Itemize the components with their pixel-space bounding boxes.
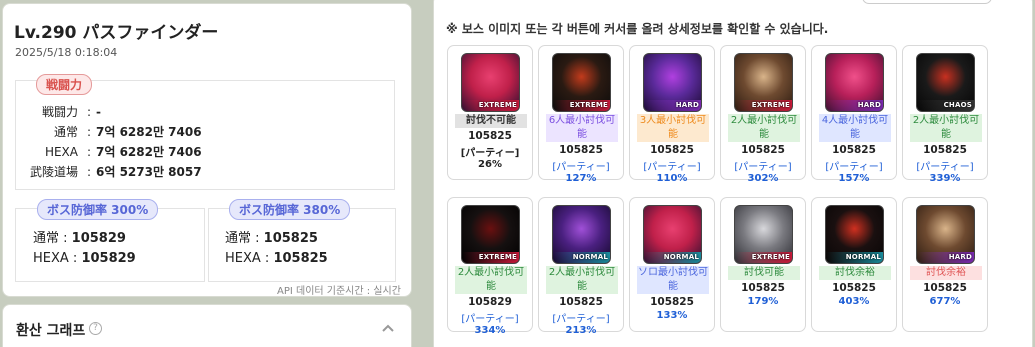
- defense-label-380: ボス防御率 380%: [229, 199, 351, 220]
- top-control[interactable]: [862, 0, 992, 4]
- boss-portrait[interactable]: EXTREME: [552, 53, 611, 112]
- boss-defense-value: 105825: [650, 144, 694, 156]
- boss-defense-value: 105825: [559, 144, 603, 156]
- difficulty-tag: EXTREME: [569, 101, 608, 109]
- boss-defense-value: 105829: [468, 296, 512, 308]
- clear-status-badge[interactable]: 討伐余裕: [819, 266, 891, 280]
- clear-status-badge[interactable]: ソロ最小討伐可能: [637, 266, 709, 294]
- clear-status-badge[interactable]: 2人最小討伐可能: [728, 114, 800, 142]
- difficulty-tag: NORMAL: [572, 253, 608, 261]
- party-label: [パーティー]: [460, 148, 520, 159]
- boss-defense-value: 105825: [741, 144, 785, 156]
- power-row: HEXA:7억 6282만 7406: [44, 145, 202, 159]
- boss-defense-value: 105825: [741, 282, 785, 294]
- boss-defense-value: 105825: [923, 282, 967, 294]
- party-label: [パーティー]: [734, 162, 792, 173]
- party-label: [パーティー]: [825, 162, 883, 173]
- boss-portrait[interactable]: EXTREME: [461, 205, 520, 264]
- clear-status-badge[interactable]: 3人最小討伐可能: [637, 114, 709, 142]
- boss-defense-value: 105825: [832, 282, 876, 294]
- damage-percent: 339%: [929, 173, 961, 184]
- clear-status-badge[interactable]: 4人最小討伐可能: [819, 114, 891, 142]
- clear-status-badge[interactable]: 2人最小討伐可能: [910, 114, 982, 142]
- power-label-badge: 戦闘力: [36, 74, 93, 95]
- character-title: Lv.290 パスファインダー: [14, 23, 219, 43]
- party-label: [パーティー]: [552, 162, 610, 173]
- damage-percent: 213%: [565, 325, 597, 336]
- power-row: 武陵道場:6억 5273만 8057: [29, 165, 202, 179]
- boss-card[interactable]: NORMAL 討伐余裕 105825 403%: [811, 197, 897, 332]
- difficulty-tag: NORMAL: [663, 253, 699, 261]
- chevron-up-icon[interactable]: [381, 321, 395, 335]
- power-row: 通常:7억 6282만 7406: [53, 125, 202, 139]
- damage-percent: 179%: [747, 296, 779, 307]
- boss-portrait[interactable]: EXTREME: [734, 205, 793, 264]
- difficulty-tag: CHAOS: [943, 101, 972, 109]
- boss-portrait[interactable]: HARD: [916, 205, 975, 264]
- character-date: 2025/5/18 0:18:04: [15, 46, 118, 59]
- boss-card[interactable]: NORMAL 2人最小討伐可能 105825 [パーティー] 213%: [538, 197, 624, 336]
- defense-values-300: 通常 : 105829 HEXA : 105829: [33, 231, 136, 266]
- difficulty-tag: NORMAL: [845, 253, 881, 261]
- clear-status-badge[interactable]: 2人最小討伐可能: [546, 266, 618, 294]
- damage-percent: 334%: [474, 325, 506, 336]
- damage-percent: 302%: [747, 173, 779, 184]
- boss-card[interactable]: EXTREME 2人最小討伐可能 105825 [パーティー] 302%: [720, 45, 806, 184]
- boss-portrait[interactable]: NORMAL: [643, 205, 702, 264]
- boss-card[interactable]: HARD 4人最小討伐可能 105825 [パーティー] 157%: [811, 45, 897, 184]
- difficulty-tag: HARD: [948, 253, 972, 261]
- party-label: [パーティー]: [552, 314, 610, 325]
- boss-card[interactable]: EXTREME 討伐不可能 105825 [パーティー] 26%: [447, 45, 533, 180]
- graph-title: 환산 그래프: [16, 323, 86, 339]
- api-timestamp-note: API 데이터 기준시간 : 실시간: [277, 286, 401, 297]
- clear-status-badge[interactable]: 2人最小討伐可能: [455, 266, 527, 294]
- clear-status-badge[interactable]: 討伐可能: [728, 266, 800, 280]
- difficulty-tag: HARD: [857, 101, 881, 109]
- party-label: [パーティー]: [461, 314, 519, 325]
- clear-status-badge[interactable]: 討伐不可能: [455, 114, 527, 128]
- boss-defense-value: 105825: [468, 130, 512, 142]
- boss-defense-value: 105825: [832, 144, 876, 156]
- damage-percent: 26%: [478, 159, 502, 170]
- difficulty-tag: EXTREME: [751, 253, 790, 261]
- boss-defense-value: 105825: [923, 144, 967, 156]
- damage-percent: 110%: [656, 173, 688, 184]
- damage-percent: 677%: [929, 296, 961, 307]
- defense-values-380: 通常 : 105825 HEXA : 105825: [225, 231, 328, 266]
- party-label: [パーティー]: [916, 162, 974, 173]
- boss-card[interactable]: HARD 討伐余裕 105825 677%: [902, 197, 988, 332]
- clear-status-badge[interactable]: 討伐余裕: [910, 266, 982, 280]
- boss-defense-value: 105825: [650, 296, 694, 308]
- boss-card[interactable]: EXTREME 2人最小討伐可能 105829 [パーティー] 334%: [447, 197, 533, 336]
- boss-portrait[interactable]: EXTREME: [734, 53, 793, 112]
- boss-portrait[interactable]: HARD: [825, 53, 884, 112]
- boss-portrait[interactable]: EXTREME: [461, 53, 520, 112]
- damage-percent: 403%: [838, 296, 870, 307]
- damage-percent: 133%: [656, 310, 688, 321]
- help-icon[interactable]: ?: [89, 322, 102, 335]
- boss-portrait[interactable]: HARD: [643, 53, 702, 112]
- difficulty-tag: EXTREME: [478, 101, 517, 109]
- defense-label-300: ボス防御率 300%: [37, 199, 159, 220]
- clear-status-badge[interactable]: 6人最小討伐可能: [546, 114, 618, 142]
- boss-card[interactable]: EXTREME 6人最小討伐可能 105825 [パーティー] 127%: [538, 45, 624, 184]
- difficulty-tag: EXTREME: [751, 101, 790, 109]
- boss-card[interactable]: EXTREME 討伐可能 105825 179%: [720, 197, 806, 332]
- boss-card[interactable]: CHAOS 2人最小討伐可能 105825 [パーティー] 339%: [902, 45, 988, 184]
- boss-card[interactable]: NORMAL ソロ最小討伐可能 105825 133%: [629, 197, 715, 332]
- party-label: [パーティー]: [643, 162, 701, 173]
- difficulty-tag: HARD: [675, 101, 699, 109]
- boss-portrait[interactable]: NORMAL: [552, 205, 611, 264]
- damage-percent: 157%: [838, 173, 870, 184]
- boss-card[interactable]: HARD 3人最小討伐可能 105825 [パーティー] 110%: [629, 45, 715, 184]
- hover-hint: ※ 보스 이미지 또는 각 버튼에 커서를 올려 상세정보를 확인할 수 있습니…: [446, 22, 829, 36]
- boss-defense-value: 105825: [559, 296, 603, 308]
- damage-percent: 127%: [565, 173, 597, 184]
- power-row: 戦闘力: -: [41, 105, 101, 119]
- boss-portrait[interactable]: NORMAL: [825, 205, 884, 264]
- power-rows: 戦闘力: - 通常:7억 6282만 7406 HEXA:7억 6282만 740…: [28, 102, 202, 182]
- boss-portrait[interactable]: CHAOS: [916, 53, 975, 112]
- difficulty-tag: EXTREME: [478, 253, 517, 261]
